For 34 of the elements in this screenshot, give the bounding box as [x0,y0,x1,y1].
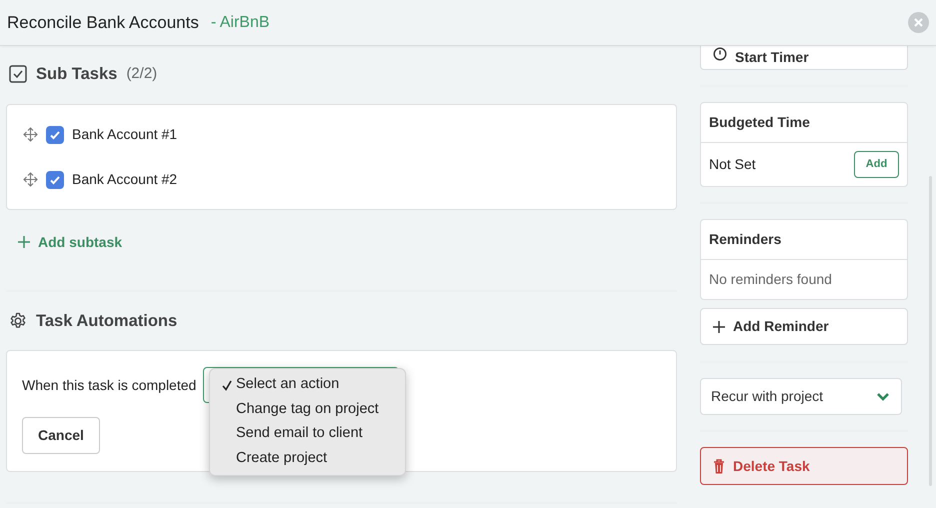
checkbox-icon [9,65,27,83]
menu-item[interactable]: Change tag on project [210,398,405,422]
section-title: Task Automations [36,310,178,332]
menu-item[interactable]: Send email to client [210,422,405,446]
start-timer-button[interactable]: Start Timer [700,46,908,70]
automation-label: When this task is completed [22,376,196,395]
budget-value: Not Set [709,155,756,174]
gear-icon [9,312,27,330]
stopwatch-icon [713,47,727,61]
chevron-down-icon [877,392,889,400]
subtask-count: (2/2) [126,64,158,84]
add-button[interactable]: Add [854,151,899,178]
empty-message: No reminders found [708,270,833,289]
plus-icon [18,236,30,248]
section-title: Sub Tasks [36,64,118,85]
checkbox[interactable] [46,170,64,188]
card-title: Reminders [701,220,907,260]
recur-select[interactable]: Recur with project [700,378,902,415]
task-title: Reconcile Bank Accounts [7,12,199,34]
trash-icon [713,458,725,474]
menu-item[interactable]: Select an action [210,373,405,398]
delete-task-button[interactable]: Delete Task [700,447,908,485]
subtask-label: Bank Account #1 [72,125,178,144]
drag-handle-icon [23,127,38,142]
cancel-button[interactable]: Cancel [22,417,100,454]
checkbox[interactable] [46,126,64,144]
subtask-label: Bank Account #2 [72,170,178,189]
card-title: Budgeted Time [701,103,907,143]
add-reminder-button[interactable]: Add Reminder [700,308,908,345]
plus-icon [713,320,725,332]
add-subtask-button[interactable]: Add subtask [18,234,122,250]
drag-handle-icon [23,172,38,187]
close-icon [914,18,923,27]
menu-item[interactable]: Create project [210,446,405,471]
